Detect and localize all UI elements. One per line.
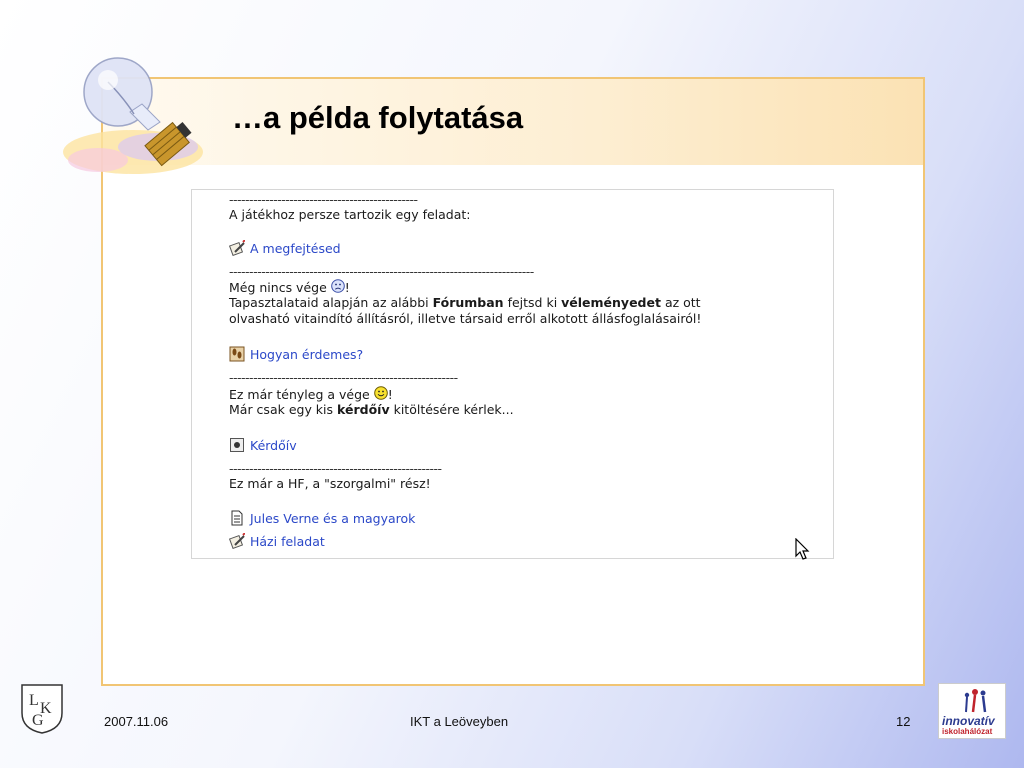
content-panel: ----------------------------------------…	[191, 189, 834, 559]
link-hogyan-erdemes[interactable]: Hogyan érdemes?	[229, 346, 363, 363]
svg-text:L: L	[29, 692, 39, 709]
link-label[interactable]: Házi feladat	[250, 534, 325, 549]
people-icon	[964, 689, 987, 713]
text-span: Ez már tényleg a vége	[229, 387, 374, 402]
link-label[interactable]: A megfejtésed	[250, 241, 341, 256]
link-kerdoiv[interactable]: Kérdőív	[229, 437, 297, 454]
text-span: kitöltésére kérlek...	[389, 402, 514, 417]
svg-text:G: G	[32, 712, 44, 729]
link-jules-verne[interactable]: Jules Verne és a magyarok	[229, 510, 415, 527]
text-span: Már csak egy kis	[229, 402, 338, 417]
footprints-icon	[229, 346, 245, 362]
mouse-cursor-icon	[795, 538, 810, 560]
footer-page-number: 12	[896, 714, 911, 729]
text-line: Még nincs vége !	[229, 279, 350, 296]
text-span: !	[387, 387, 393, 402]
text-span: !	[344, 280, 350, 295]
separator: ----------------------------------------…	[229, 370, 458, 385]
separator: ----------------------------------------…	[229, 461, 442, 476]
bold-text: véleményedet	[561, 295, 661, 310]
school-crest-logo: L K G	[21, 684, 63, 734]
smiley-icon	[373, 386, 388, 400]
slide-title: …a példa folytatása	[232, 100, 524, 135]
bold-text: kérdőív	[337, 402, 390, 417]
text-line: A játékhoz persze tartozik egy feladat:	[229, 207, 471, 222]
text-span: Még nincs vége	[229, 280, 331, 295]
logo-text-innovativ: innovatív	[942, 714, 995, 728]
text-span: fejtsd ki	[503, 295, 562, 310]
bold-text: Fórumban	[432, 295, 504, 310]
assignment-icon	[229, 240, 245, 256]
link-label[interactable]: Hogyan érdemes?	[250, 347, 363, 362]
light-bulb-icon	[63, 57, 203, 174]
separator: ----------------------------------------…	[229, 264, 534, 279]
text-span: Tapasztalataid alapján az alábbi	[229, 295, 433, 310]
innovativ-iskolahalozat-logo: innovatív iskolahálózat	[938, 683, 1006, 739]
text-line: Ez már a HF, a "szorgalmi" rész!	[229, 476, 431, 491]
footer-date: 2007.11.06	[104, 714, 169, 729]
separator: ----------------------------------------…	[229, 192, 418, 207]
link-hazi-feladat[interactable]: Házi feladat	[229, 533, 325, 550]
text-line: Tapasztalataid alapján az alábbi Fórumba…	[229, 295, 701, 311]
link-label[interactable]: Kérdőív	[250, 438, 297, 453]
questionnaire-icon	[230, 438, 244, 452]
sad-face-icon	[330, 279, 345, 293]
logo-text-iskolahalozat: iskolahálózat	[942, 727, 993, 736]
text-line: Már csak egy kis kérdőív kitöltésére kér…	[229, 402, 514, 418]
link-megfejtesed[interactable]: A megfejtésed	[229, 240, 341, 257]
link-label[interactable]: Jules Verne és a magyarok	[250, 511, 415, 526]
document-icon	[231, 510, 243, 526]
footer-title: IKT a Leöveyben	[410, 714, 509, 729]
assignment-icon	[229, 533, 245, 549]
text-line: Ez már tényleg a vége !	[229, 386, 393, 403]
text-span: az ott	[660, 295, 701, 310]
text-line: olvasható vitaindító állításról, illetve…	[229, 311, 702, 326]
